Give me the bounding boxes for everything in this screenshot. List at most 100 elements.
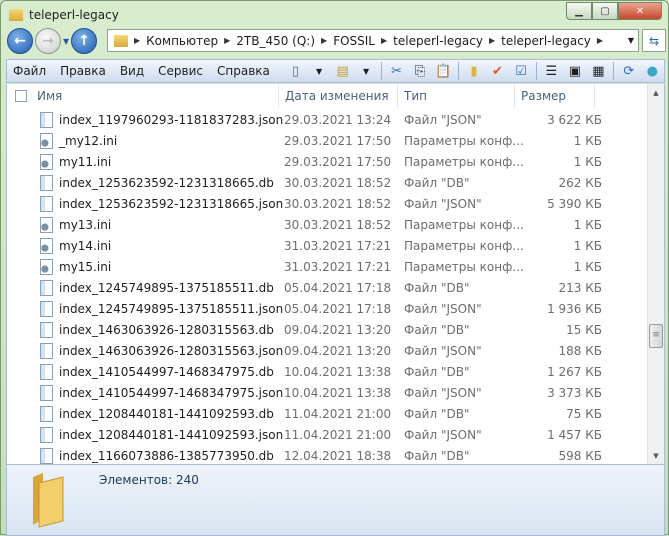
menu-tools[interactable]: Сервис [158, 64, 203, 78]
address-bar[interactable]: ▶ Компьютер ▶ 2TB_450 (Q:) ▶ FOSSIL ▶ teleperl-… [107, 29, 639, 52]
sync-icon[interactable]: ⟳ [620, 63, 637, 79]
file-row[interactable]: my11.ini 29.03.2021 17:50 Параметры конф… [7, 151, 649, 172]
file-date: 09.04.2021 13:20 [284, 322, 392, 337]
file-type: Параметры конф... [404, 259, 524, 274]
select-all-checkbox[interactable] [15, 90, 27, 102]
list-view-icon[interactable]: ☰ [543, 63, 560, 79]
file-date: 30.03.2021 18:52 [284, 196, 392, 211]
item-count: Элементов: 240 [99, 473, 199, 487]
breadcrumb-item[interactable]: 2TB_450 (Q:) [236, 34, 315, 48]
select-icon[interactable]: ☑ [512, 63, 529, 79]
folder-icon [33, 473, 64, 528]
address-dropdown[interactable]: ▼ [628, 36, 634, 45]
history-dropdown[interactable]: ▼ [63, 37, 69, 46]
file-name: index_1166073886-1385773950.db [59, 448, 274, 463]
thumbnail-view-icon[interactable]: ▣ [566, 63, 583, 79]
menu-edit[interactable]: Правка [60, 64, 106, 78]
file-size: 1 КБ [573, 154, 602, 169]
file-icon [40, 195, 53, 212]
file-type: Файл "JSON" [404, 343, 482, 358]
explorer-window: teleperl-legacy ▁ ▢ ✕ ← → ▼ ↑ ▶ Компьютер… [0, 0, 669, 536]
breadcrumb-separator[interactable]: ▶ [489, 36, 495, 45]
file-row[interactable]: index_1463063926-1280315563.json 09.04.2… [7, 340, 649, 361]
file-row[interactable]: my13.ini 30.03.2021 18:52 Параметры конф… [7, 214, 649, 235]
breadcrumb-item[interactable]: FOSSIL [333, 34, 375, 48]
file-row[interactable]: index_1197960293-1181837283.json 29.03.2… [7, 109, 649, 130]
settings-file-icon [40, 132, 53, 149]
menu-view[interactable]: Вид [120, 64, 144, 78]
file-row[interactable]: index_1463063926-1280315563.db 09.04.202… [7, 319, 649, 340]
file-name: my15.ini [59, 259, 112, 274]
column-size[interactable]: Размер [515, 84, 595, 108]
file-row[interactable]: index_1208440181-1441092593.db 11.04.202… [7, 403, 649, 424]
file-name: index_1197960293-1181837283.json [59, 112, 284, 127]
file-date: 12.04.2021 18:38 [284, 448, 392, 463]
file-row[interactable]: index_1245749895-1375185511.json 05.04.2… [7, 298, 649, 319]
file-row[interactable]: _my12.ini 29.03.2021 17:50 Параметры кон… [7, 130, 649, 151]
breadcrumb-item[interactable]: teleperl-legacy [393, 34, 483, 48]
vertical-scrollbar[interactable]: ▲ ≡ ▼ [647, 84, 664, 464]
file-date: 05.04.2021 17:18 [284, 280, 392, 295]
details-view-icon[interactable]: ▦ [590, 63, 607, 79]
breadcrumb-item[interactable]: teleperl-legacy [501, 34, 591, 48]
minimize-button[interactable]: ▁ [566, 2, 592, 20]
file-date: 30.03.2021 18:52 [284, 217, 392, 232]
chevron-down-icon[interactable]: ▼ [310, 63, 327, 79]
folder-options-icon[interactable]: ▤ [334, 63, 351, 79]
paste-icon[interactable]: 📋 [435, 63, 452, 79]
new-file-icon[interactable]: ▮ [465, 63, 482, 79]
file-date: 10.04.2021 13:38 [284, 364, 392, 379]
maximize-button[interactable]: ▢ [592, 2, 618, 20]
globe-icon[interactable]: ● [644, 63, 661, 79]
column-type[interactable]: Тип [398, 84, 515, 108]
divider [613, 62, 615, 80]
file-icon [40, 174, 53, 191]
file-row[interactable]: index_1253623592-1231318665.json 30.03.2… [7, 193, 649, 214]
file-name: index_1410544997-1468347975.db [59, 364, 274, 379]
file-row[interactable]: index_1166073886-1385773950.db 12.04.202… [7, 445, 649, 464]
file-name: index_1463063926-1280315563.db [59, 322, 274, 337]
check-icon[interactable]: ✔ [489, 63, 506, 79]
file-date: 05.04.2021 17:18 [284, 301, 392, 316]
refresh-button[interactable]: ⇆ [642, 29, 666, 52]
breadcrumb-separator[interactable]: ▶ [224, 36, 230, 45]
back-button[interactable]: ← [7, 28, 33, 54]
file-row[interactable]: index_1245749895-1375185511.db 05.04.202… [7, 277, 649, 298]
file-date: 29.03.2021 13:24 [284, 112, 392, 127]
file-row[interactable]: index_1410544997-1468347975.db 10.04.202… [7, 361, 649, 382]
file-size: 1 936 КБ [547, 301, 602, 316]
menu-toolbar: Файл Правка Вид Сервис Справка ▯ ▼ ▤ ▼ ✂ ⎘… [6, 59, 665, 83]
file-size: 3 622 КБ [547, 112, 602, 127]
copy-icon[interactable]: ⎘ [411, 63, 428, 79]
breadcrumb-item[interactable]: Компьютер [146, 34, 218, 48]
file-row[interactable]: index_1410544997-1468347975.json 10.04.2… [7, 382, 649, 403]
breadcrumb-separator[interactable]: ▶ [381, 36, 387, 45]
up-button[interactable]: ↑ [71, 28, 98, 54]
column-date[interactable]: Дата изменения [279, 84, 398, 108]
file-row[interactable]: my14.ini 31.03.2021 17:21 Параметры конф… [7, 235, 649, 256]
column-header: Имя Дата изменения Тип Размер [7, 84, 649, 108]
scroll-down-arrow[interactable]: ▼ [648, 447, 664, 464]
file-size: 75 КБ [566, 406, 602, 421]
chevron-down-icon[interactable]: ▼ [357, 63, 374, 79]
menu-help[interactable]: Справка [217, 64, 270, 78]
menu-file[interactable]: Файл [13, 64, 46, 78]
forward-button[interactable]: → [35, 28, 61, 54]
file-date: 11.04.2021 21:00 [284, 406, 392, 421]
cut-icon[interactable]: ✂ [388, 63, 405, 79]
file-size: 1 457 КБ [547, 427, 602, 442]
close-button[interactable]: ✕ [618, 2, 662, 20]
file-type: Файл "DB" [404, 448, 470, 463]
file-list: Имя Дата изменения Тип Размер index_1197… [6, 84, 665, 464]
breadcrumb-separator[interactable]: ▶ [134, 36, 140, 45]
file-row[interactable]: my15.ini 31.03.2021 17:21 Параметры конф… [7, 256, 649, 277]
breadcrumb-separator[interactable]: ▶ [321, 36, 327, 45]
file-row[interactable]: index_1253623592-1231318665.db 30.03.202… [7, 172, 649, 193]
breadcrumb-separator[interactable]: ▶ [597, 36, 603, 45]
file-icon [40, 279, 53, 296]
file-row[interactable]: index_1208440181-1441092593.json 11.04.2… [7, 424, 649, 445]
layout-pane-icon[interactable]: ▯ [287, 63, 304, 79]
scroll-thumb[interactable]: ≡ [649, 324, 663, 348]
column-name[interactable]: Имя [7, 84, 279, 108]
scroll-up-arrow[interactable]: ▲ [648, 84, 664, 101]
